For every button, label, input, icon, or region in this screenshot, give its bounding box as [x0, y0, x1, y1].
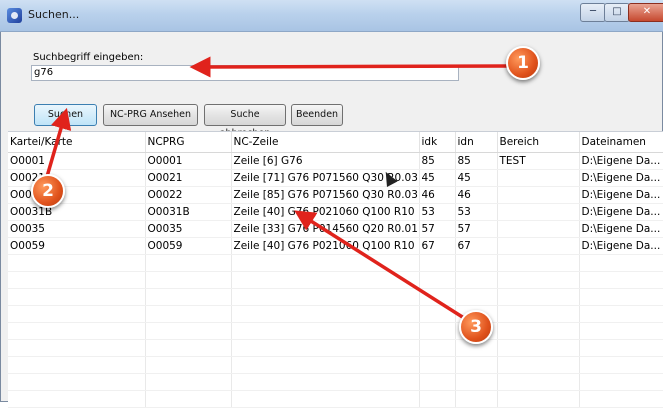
arrow-3	[294, 210, 465, 320]
arrow-2	[44, 107, 72, 181]
annotation-badge-1: 1	[506, 46, 540, 80]
annotation-badge-3: 3	[459, 310, 493, 344]
arrow-1	[189, 56, 511, 78]
search-window: Suchen... ─ □ ✕ Suchbegriff eingeben: Su…	[0, 0, 663, 408]
annotation-badge-2: 2	[31, 174, 65, 208]
annotation-arrows	[44, 56, 511, 320]
